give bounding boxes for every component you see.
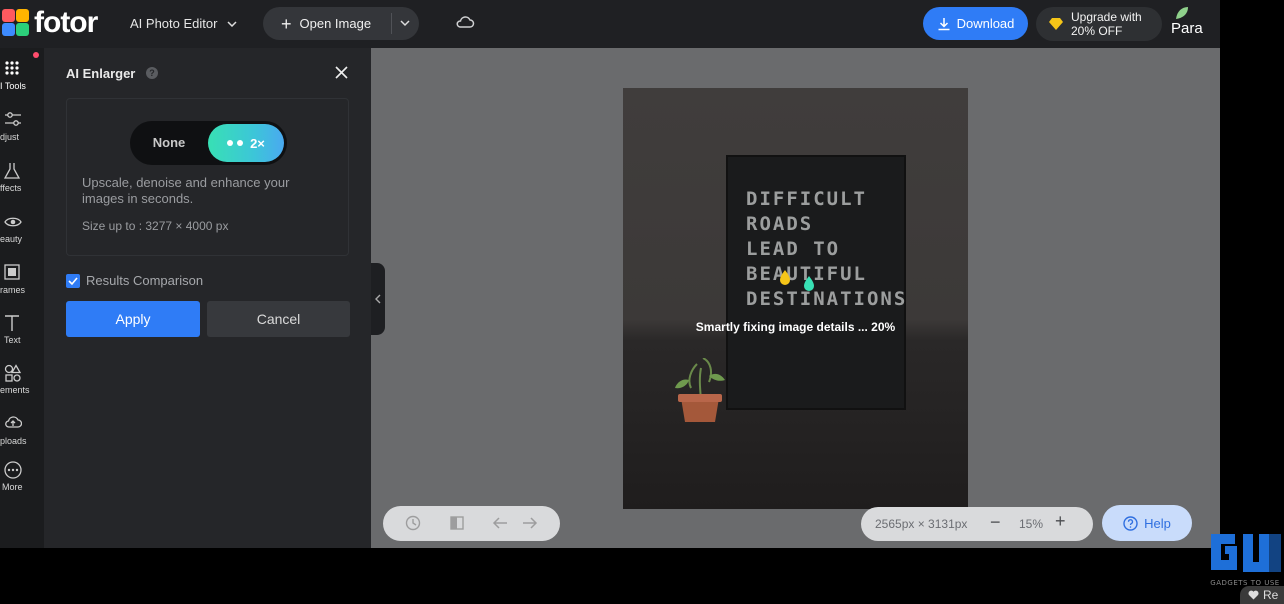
product-switcher[interactable]: AI Photo Editor [130, 16, 237, 31]
flask-icon [4, 163, 20, 179]
rail-label: Text [4, 335, 21, 345]
download-icon [938, 17, 950, 30]
upgrade-button[interactable]: Upgrade with 20% OFF [1036, 7, 1162, 41]
zoom-level[interactable]: 15% [1019, 517, 1043, 531]
reaction-tab[interactable]: Re [1240, 586, 1284, 604]
rail-label: ffects [0, 183, 22, 193]
toggle-none-option[interactable]: None [130, 121, 208, 165]
fotor-app: fotor AI Photo Editor + Open Image Downl… [0, 0, 1220, 548]
avatar[interactable]: Para [1170, 6, 1210, 46]
apply-button[interactable]: Apply [66, 301, 200, 337]
leaf-icon [1176, 7, 1188, 19]
toggle-2x-label: 2× [250, 135, 265, 151]
enlarger-description: Upscale, denoise and enhance your images… [82, 175, 290, 206]
rail-label: djust [0, 132, 20, 142]
reaction-label: Re [1263, 588, 1279, 602]
redo-arrow-icon[interactable] [521, 515, 539, 531]
history-toolbar [383, 506, 560, 541]
photo-preview[interactable]: DIFFICULT ROADS LEAD TO BEAUTIFUL DESTIN… [623, 88, 968, 509]
fotor-logo-icon [2, 9, 30, 37]
panel-title: AI Enlarger [66, 66, 136, 81]
zoom-in-button[interactable]: + [1055, 511, 1066, 532]
fotor-logo[interactable]: fotor [2, 6, 98, 39]
heart-icon [1248, 590, 1259, 600]
collapse-panel-button[interactable] [371, 263, 385, 335]
divider [391, 13, 392, 34]
loading-drops-icon [780, 270, 814, 291]
download-button[interactable]: Download [923, 7, 1028, 40]
help-circle-icon[interactable]: ? [146, 67, 158, 79]
potted-plant [675, 358, 725, 422]
top-bar: fotor AI Photo Editor + Open Image Downl… [0, 0, 1220, 48]
chevron-down-icon[interactable] [399, 16, 411, 30]
checkbox-checked[interactable] [66, 273, 80, 288]
close-icon[interactable] [335, 66, 348, 79]
open-image-button[interactable]: + Open Image [263, 7, 419, 40]
shapes-icon [4, 364, 22, 382]
help-label: Help [1144, 515, 1171, 531]
open-image-label: Open Image [299, 16, 372, 31]
zoom-out-button[interactable]: − [990, 512, 1001, 533]
undo-arrow-icon[interactable] [491, 515, 509, 531]
plus-icon: + [281, 13, 292, 34]
zoom-bar: 2565px × 3131px − 15% + [861, 507, 1093, 541]
compare-icon[interactable] [449, 515, 465, 531]
site-watermark-logo: GADGETS TO USE [1210, 534, 1281, 587]
help-button[interactable]: Help [1102, 505, 1192, 541]
rail-label: More [2, 482, 23, 492]
cloud-upload-icon [5, 416, 22, 428]
editor-canvas: DIFFICULT ROADS LEAD TO BEAUTIFUL DESTIN… [371, 48, 1220, 548]
ai-enlarger-panel: AI Enlarger ? None 2× Upscale, denoise a… [44, 48, 371, 548]
rail-label: I Tools [0, 81, 26, 91]
chevron-left-icon [375, 294, 381, 304]
scale-toggle: None 2× [130, 121, 287, 165]
user-name: Para [1171, 20, 1203, 37]
notification-dot [33, 52, 39, 58]
max-size-text: Size up to : 3277 × 4000 px [82, 219, 229, 233]
product-label: AI Photo Editor [130, 16, 218, 31]
diamond-icon [1049, 18, 1063, 30]
results-comparison-checkbox[interactable]: Results Comparison [66, 273, 203, 288]
dots-icon [227, 140, 244, 146]
rail-label: ements [0, 385, 30, 395]
results-comparison-label: Results Comparison [86, 273, 204, 288]
cancel-button[interactable]: Cancel [207, 301, 350, 337]
image-dimensions: 2565px × 3131px [875, 517, 968, 531]
logo-text: fotor [34, 6, 98, 39]
frame-icon [4, 264, 20, 280]
upgrade-line1: Upgrade with [1071, 10, 1142, 24]
question-icon [1123, 515, 1138, 531]
cloud-icon[interactable] [455, 14, 475, 30]
eye-icon [4, 217, 22, 227]
tool-rail: I Tools djust ffects eauty rames Text em… [0, 48, 44, 548]
toggle-2x-option[interactable]: 2× [208, 124, 284, 162]
download-label: Download [956, 16, 1015, 31]
rail-label: eauty [0, 234, 23, 244]
chevron-down-icon [227, 20, 237, 27]
rail-label: rames [0, 285, 26, 295]
text-icon [5, 315, 19, 331]
sliders-icon [5, 112, 21, 126]
upgrade-line2: 20% OFF [1071, 24, 1123, 38]
check-icon [68, 276, 78, 285]
history-icon[interactable] [405, 515, 421, 531]
rail-label: ploads [0, 436, 27, 446]
more-icon [4, 461, 22, 479]
grid-icon [5, 61, 19, 75]
enlarge-options-card: None 2× Upscale, denoise and enhance you… [66, 98, 349, 256]
letter-board-text: DIFFICULT ROADS LEAD TO BEAUTIFUL DESTIN… [746, 188, 908, 310]
progress-text: Smartly fixing image details ... 20% [695, 320, 896, 334]
